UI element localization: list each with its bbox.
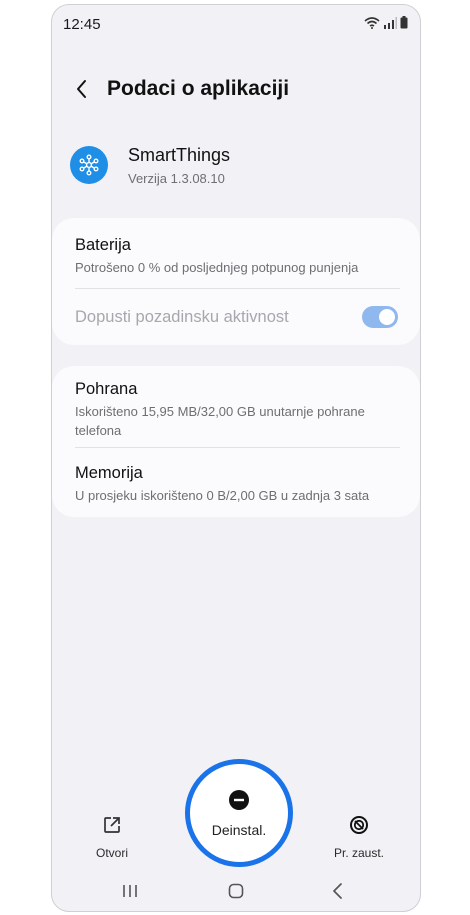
- battery-item[interactable]: Baterija Potrošeno 0 % od posljednjeg po…: [52, 218, 420, 288]
- battery-icon: [400, 16, 408, 34]
- storage-item[interactable]: Pohrana Iskorišteno 15,95 MB/32,00 GB un…: [52, 366, 420, 446]
- battery-title: Baterija: [75, 236, 131, 254]
- app-info: SmartThings Verzija 1.3.08.10: [52, 138, 420, 198]
- memory-item[interactable]: Memorija U prosjeku iskorišteno 0 B/2,00…: [52, 448, 420, 517]
- open-external-icon: [102, 815, 122, 840]
- status-bar: 12:45: [52, 5, 420, 45]
- wifi-icon: [364, 16, 380, 34]
- open-button[interactable]: Otvori: [84, 815, 140, 860]
- force-stop-label: Pr. zaust.: [333, 846, 385, 860]
- status-icons: [364, 16, 408, 34]
- minus-circle-icon: [228, 789, 250, 816]
- storage-title: Pohrana: [75, 380, 138, 398]
- header: Podaci o aplikaciji: [52, 67, 420, 115]
- storage-subtitle: Iskorišteno 15,95 MB/32,00 GB unutarnje …: [75, 404, 365, 438]
- battery-card: Baterija Potrošeno 0 % od posljednjeg po…: [52, 218, 420, 345]
- home-icon[interactable]: [224, 879, 248, 903]
- memory-subtitle: U prosjeku iskorišteno 0 B/2,00 GB u zad…: [75, 488, 370, 503]
- memory-title: Memorija: [75, 464, 143, 482]
- recents-icon[interactable]: [118, 879, 142, 903]
- signal-icon: [383, 16, 397, 34]
- uninstall-label: Deinstal.: [211, 821, 267, 838]
- navigation-bar: [52, 873, 420, 911]
- phone-screen: 12:45 Podaci o aplikaciji SmartThings Ve…: [51, 4, 421, 912]
- uninstall-highlight: Deinstal.: [185, 759, 293, 867]
- uninstall-button[interactable]: Deinstal.: [190, 764, 288, 862]
- app-name: SmartThings: [128, 145, 231, 165]
- smartthings-icon: [70, 146, 108, 184]
- battery-subtitle: Potrošeno 0 % od posljednjeg potpunog pu…: [75, 260, 359, 275]
- open-label: Otvori: [95, 846, 128, 860]
- background-activity-toggle[interactable]: [362, 306, 398, 328]
- back-nav-icon[interactable]: [326, 879, 350, 903]
- status-time: 12:45: [63, 16, 101, 33]
- page-title: Podaci o aplikaciji: [107, 77, 290, 100]
- toggle-knob: [379, 309, 395, 325]
- stop-icon: [349, 815, 369, 840]
- storage-card: Pohrana Iskorišteno 15,95 MB/32,00 GB un…: [52, 366, 420, 517]
- force-stop-button[interactable]: Pr. zaust.: [329, 815, 389, 860]
- app-version: Verzija 1.3.08.10: [128, 171, 225, 186]
- background-activity-label: Dopusti pozadinsku aktivnost: [75, 308, 289, 326]
- back-arrow-icon[interactable]: [70, 77, 94, 101]
